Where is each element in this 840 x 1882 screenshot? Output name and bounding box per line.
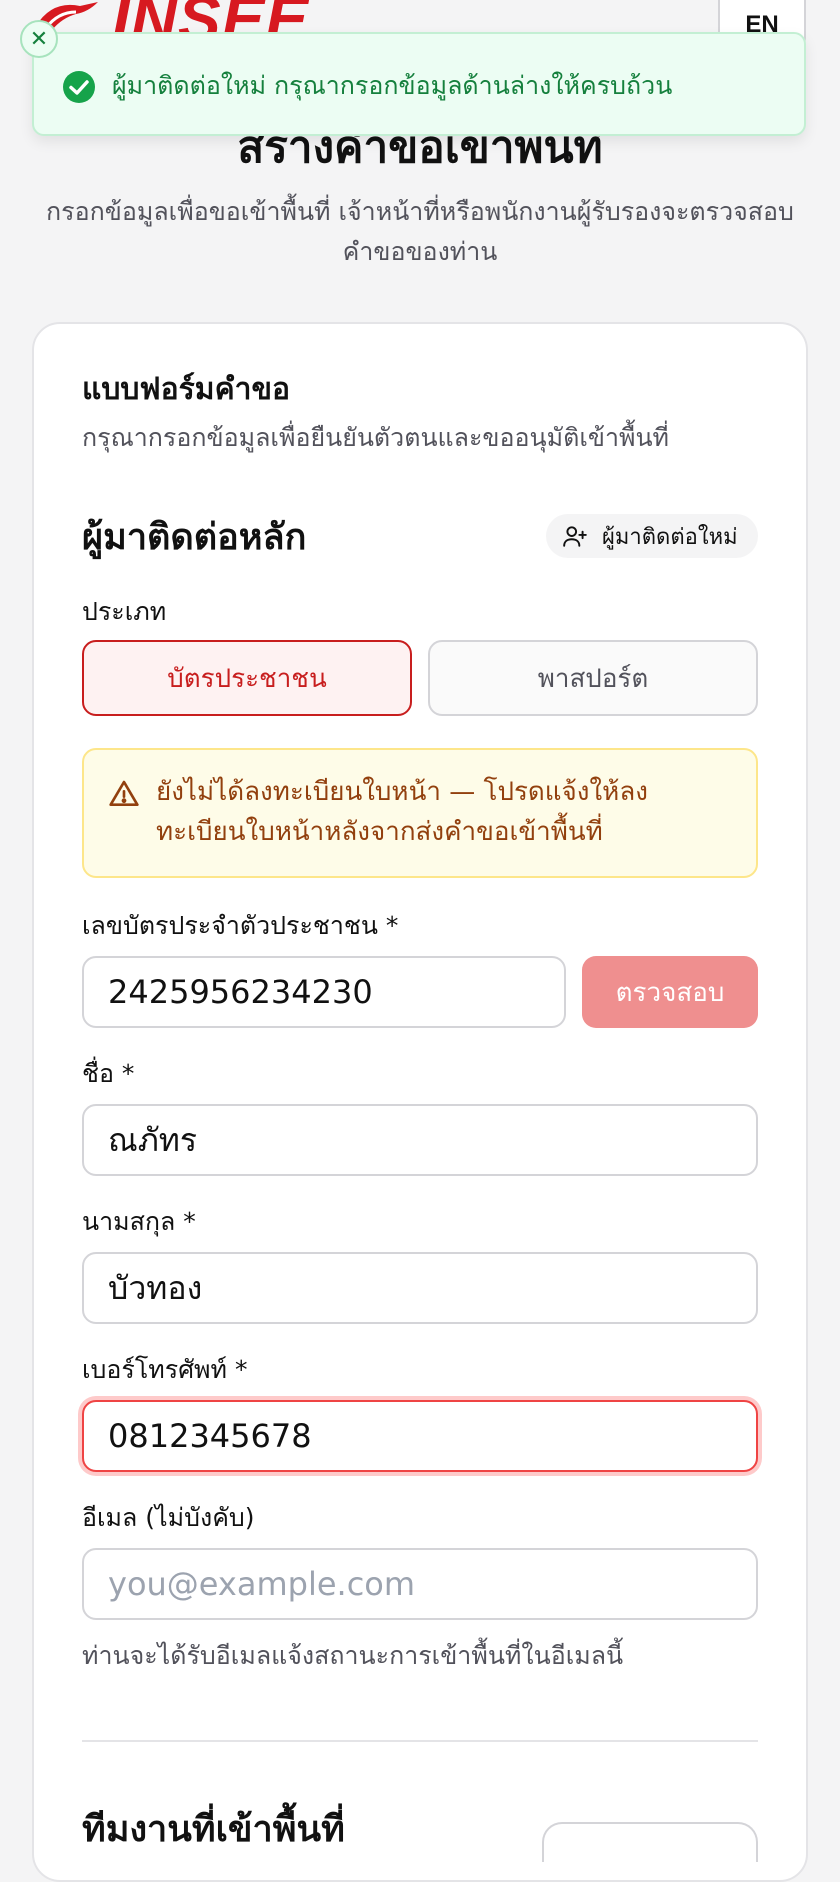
- first-name-input[interactable]: ณภัทร: [82, 1104, 758, 1176]
- form-subtitle: กรุณากรอกข้อมูลเพื่อยืนยันตัวตนและขออนุม…: [82, 423, 670, 452]
- close-icon: ✕: [29, 26, 49, 52]
- last-name-input[interactable]: บัวทอง: [82, 1252, 758, 1324]
- primary-contact-title: ผู้มาติดต่อหลัก: [82, 517, 307, 558]
- add-team-member-button[interactable]: [542, 1822, 758, 1862]
- type-label: ประเภท: [82, 597, 167, 626]
- new-contact-label: ผู้มาติดต่อใหม่: [602, 524, 738, 550]
- warning-triangle-icon: [109, 780, 139, 806]
- new-contact-button[interactable]: ผู้มาติดต่อใหม่: [546, 514, 758, 558]
- email-hint: ท่านจะได้รับอีเมลแจ้งสถานะการเข้าพื้นที่…: [82, 1641, 624, 1670]
- phone-label: เบอร์โทรศัพท์ *: [82, 1355, 248, 1384]
- warning-text: ยังไม่ได้ลงทะเบียนใบหน้า — โปรดแจ้งให้ลง…: [156, 777, 648, 847]
- email-label: อีเมล (ไม่บังคับ): [82, 1503, 255, 1532]
- type-option-id-card[interactable]: บัตรประชาชน: [82, 640, 412, 716]
- first-name-label: ชื่อ *: [82, 1059, 135, 1088]
- check-circle-icon: [63, 71, 95, 103]
- user-plus-icon: [563, 526, 587, 547]
- toast-close-button[interactable]: ✕: [20, 20, 58, 58]
- form-title: แบบฟอร์มคำขอ: [82, 372, 291, 407]
- last-name-label: นามสกุล *: [82, 1207, 196, 1236]
- face-registration-warning: ยังไม่ได้ลงทะเบียนใบหน้า — โปรดแจ้งให้ลง…: [82, 748, 758, 878]
- section-divider: [82, 1740, 758, 1742]
- type-option-passport[interactable]: พาสปอร์ต: [428, 640, 758, 716]
- page-subtitle: กรอกข้อมูลเพื่อขอเข้าพื้นที่ เจ้าหน้าที่…: [46, 197, 794, 266]
- verify-button[interactable]: ตรวจสอบ: [582, 956, 758, 1028]
- success-toast: ผู้มาติดต่อใหม่ กรุณากรอกข้อมูลด้านล่างใ…: [32, 32, 806, 136]
- id-number-input[interactable]: 2425956234230: [82, 956, 566, 1028]
- phone-input[interactable]: 0812345678: [82, 1400, 758, 1472]
- id-number-label: เลขบัตรประจำตัวประชาชน *: [82, 911, 399, 940]
- email-input[interactable]: you@example.com: [82, 1548, 758, 1620]
- toast-message: ผู้มาติดต่อใหม่ กรุณากรอกข้อมูลด้านล่างใ…: [112, 71, 673, 100]
- team-section-title: ทีมงานที่เข้าพื้นที่: [82, 1809, 345, 1850]
